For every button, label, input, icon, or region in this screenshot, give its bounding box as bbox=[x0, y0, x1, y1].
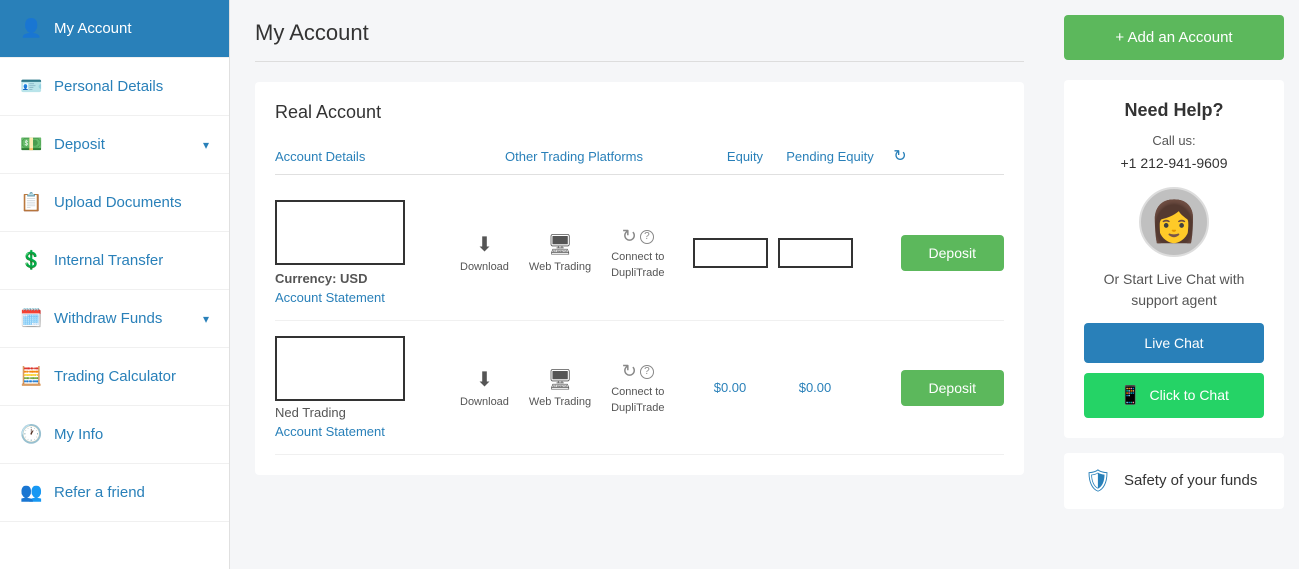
info-icon: 🕐 bbox=[20, 424, 42, 445]
col-header-pending-equity: Pending Equity bbox=[785, 149, 875, 164]
account-box-2 bbox=[275, 336, 405, 401]
friends-icon: 👥 bbox=[20, 482, 42, 503]
deposit-icon: 💵 bbox=[20, 134, 42, 155]
table-row: Currency: USD Account Statement ⬇ Downlo… bbox=[275, 185, 1004, 321]
avatar-placeholder: 👩 bbox=[1149, 198, 1199, 245]
phone-number: +1 212-941-9609 bbox=[1120, 155, 1227, 171]
sidebar-item-trading-calculator[interactable]: 🧮 Trading Calculator bbox=[0, 348, 229, 406]
sidebar-item-label: Withdraw Funds bbox=[54, 310, 162, 327]
dupli-trade-action-2[interactable]: ↻ ? Connect to DupliTrade bbox=[611, 361, 664, 414]
shield-icon: 🛡 bbox=[1084, 468, 1112, 494]
web-trading-action-1[interactable]: 🖥 Web Trading bbox=[529, 232, 591, 273]
download-icon: ⬇ bbox=[476, 232, 493, 257]
withdraw-icon: 🗓️ bbox=[20, 308, 42, 329]
dupli-trade-action-1[interactable]: ↻ ? Connect to DupliTrade bbox=[611, 226, 664, 279]
sidebar-item-withdraw-funds[interactable]: 🗓️ Withdraw Funds ▾ bbox=[0, 290, 229, 348]
equity-value-2: $0.00 bbox=[690, 380, 770, 395]
whatsapp-icon: 📱 bbox=[1119, 385, 1141, 406]
monitor-icon: 🖥 bbox=[547, 367, 572, 392]
question-icon[interactable]: ? bbox=[640, 365, 654, 379]
refresh-icon[interactable]: ↻ bbox=[875, 146, 925, 166]
sidebar-item-label: Internal Transfer bbox=[54, 252, 163, 269]
chevron-down-icon: ▾ bbox=[203, 138, 209, 152]
section-title: Real Account bbox=[275, 102, 1004, 123]
calculator-icon: 🧮 bbox=[20, 366, 42, 387]
id-card-icon: 🪪 bbox=[20, 76, 42, 97]
avatar: 👩 bbox=[1139, 187, 1209, 257]
deposit-button-1[interactable]: Deposit bbox=[901, 235, 1004, 271]
trading-actions-2: ⬇ Download 🖥 Web Trading ↻ ? Connect to … bbox=[460, 361, 690, 414]
web-trading-action-2[interactable]: 🖥 Web Trading bbox=[529, 367, 591, 408]
monitor-icon: 🖥 bbox=[547, 232, 572, 257]
sidebar-item-label: Personal Details bbox=[54, 78, 163, 95]
whatsapp-chat-button[interactable]: 📱 Click to Chat bbox=[1084, 373, 1264, 418]
dupli-trade-icon: ↻ bbox=[622, 361, 637, 382]
sidebar-item-internal-transfer[interactable]: 💲 Internal Transfer bbox=[0, 232, 229, 290]
question-icon[interactable]: ? bbox=[640, 230, 654, 244]
ned-trading-label: Ned Trading bbox=[275, 405, 460, 420]
sidebar-item-personal-details[interactable]: 🪪 Personal Details bbox=[0, 58, 229, 116]
sidebar-item-my-info[interactable]: 🕐 My Info bbox=[0, 406, 229, 464]
sidebar-item-label: My Info bbox=[54, 426, 103, 443]
main-content: My Account Real Account Account Details … bbox=[230, 0, 1049, 569]
sidebar-item-upload-documents[interactable]: 📋 Upload Documents bbox=[0, 174, 229, 232]
sidebar-item-label: Refer a friend bbox=[54, 484, 145, 501]
account-currency-1: Currency: USD bbox=[275, 271, 460, 286]
sidebar-item-my-account[interactable]: 👤 My Account bbox=[0, 0, 229, 58]
add-account-button[interactable]: + Add an Account bbox=[1064, 15, 1284, 60]
table-header: Account Details Other Trading Platforms … bbox=[275, 138, 1004, 175]
pending-equity-value-1 bbox=[770, 238, 860, 268]
col-header-account-details: Account Details bbox=[275, 149, 475, 164]
account-info-2: Ned Trading Account Statement bbox=[275, 336, 460, 439]
transfer-icon: 💲 bbox=[20, 250, 42, 271]
account-statement-link-2[interactable]: Account Statement bbox=[275, 424, 460, 439]
call-us-label: Call us: +1 212-941-9609 bbox=[1084, 131, 1264, 175]
download-icon: ⬇ bbox=[476, 367, 493, 392]
sidebar-item-label: My Account bbox=[54, 20, 132, 37]
deposit-button-2[interactable]: Deposit bbox=[901, 370, 1004, 406]
account-statement-link-1[interactable]: Account Statement bbox=[275, 290, 460, 305]
document-icon: 📋 bbox=[20, 192, 42, 213]
help-card: Need Help? Call us: +1 212-941-9609 👩 Or… bbox=[1064, 80, 1284, 438]
sidebar-item-label: Upload Documents bbox=[54, 194, 182, 211]
download-action-1[interactable]: ⬇ Download bbox=[460, 232, 509, 273]
safety-text: Safety of your funds bbox=[1124, 470, 1257, 491]
live-chat-button[interactable]: Live Chat bbox=[1084, 323, 1264, 363]
sidebar: 👤 My Account 🪪 Personal Details 💵 Deposi… bbox=[0, 0, 230, 569]
account-info-1: Currency: USD Account Statement bbox=[275, 200, 460, 305]
col-header-other-trading: Other Trading Platforms bbox=[475, 149, 705, 164]
user-icon: 👤 bbox=[20, 18, 42, 39]
download-action-2[interactable]: ⬇ Download bbox=[460, 367, 509, 408]
live-chat-description: Or Start Live Chat with support agent bbox=[1084, 269, 1264, 311]
dupli-trade-icon: ↻ bbox=[622, 226, 637, 247]
chevron-down-icon: ▾ bbox=[203, 312, 209, 326]
right-panel: + Add an Account Need Help? Call us: +1 … bbox=[1049, 0, 1299, 569]
sidebar-item-label: Deposit bbox=[54, 136, 105, 153]
page-title: My Account bbox=[255, 20, 1024, 62]
real-account-section: Real Account Account Details Other Tradi… bbox=[255, 82, 1024, 475]
help-title: Need Help? bbox=[1084, 100, 1264, 121]
pending-equity-value-2: $0.00 bbox=[770, 380, 860, 395]
equity-value-1 bbox=[690, 238, 770, 268]
trading-actions-1: ⬇ Download 🖥 Web Trading ↻ ? Connect to … bbox=[460, 226, 690, 279]
sidebar-item-label: Trading Calculator bbox=[54, 368, 176, 385]
table-row: Ned Trading Account Statement ⬇ Download… bbox=[275, 321, 1004, 455]
equity-box-1 bbox=[693, 238, 768, 268]
account-box-1 bbox=[275, 200, 405, 265]
pending-equity-box-1 bbox=[778, 238, 853, 268]
col-header-equity: Equity bbox=[705, 149, 785, 164]
sidebar-item-deposit[interactable]: 💵 Deposit ▾ bbox=[0, 116, 229, 174]
safety-card: 🛡 Safety of your funds bbox=[1064, 453, 1284, 509]
sidebar-item-refer-a-friend[interactable]: 👥 Refer a friend bbox=[0, 464, 229, 522]
